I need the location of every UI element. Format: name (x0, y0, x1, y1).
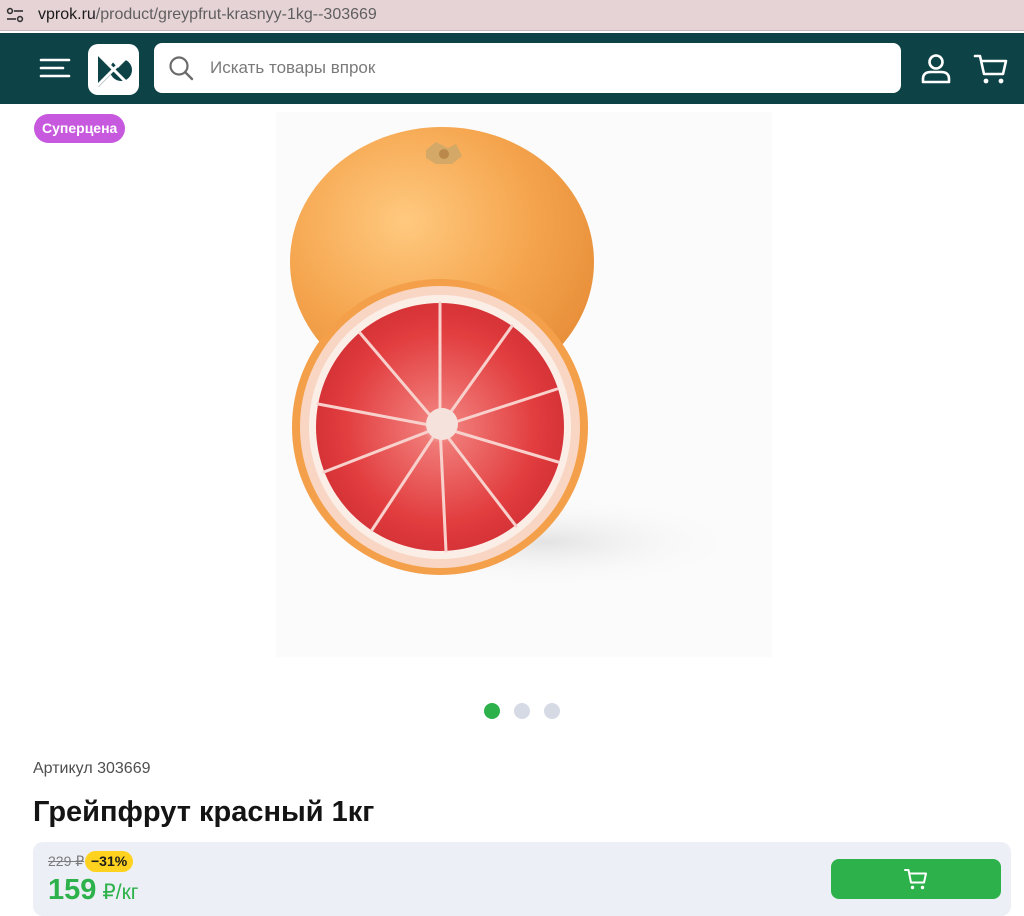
search-input[interactable] (208, 57, 892, 79)
product-image[interactable] (276, 112, 772, 657)
superprice-badge: Суперцена (34, 114, 126, 143)
site-header (0, 33, 1024, 104)
carousel-dot-1[interactable] (484, 703, 500, 719)
menu-button[interactable] (38, 53, 72, 83)
search-icon[interactable] (168, 55, 194, 81)
product-sku: Артикул 303669 (33, 760, 151, 777)
carousel-dot-3[interactable] (544, 703, 560, 719)
add-to-cart-button[interactable] (831, 859, 1001, 899)
header-cart-button[interactable] (972, 50, 1010, 88)
old-price: 229 ₽ (48, 853, 85, 869)
grapefruit-image (290, 127, 756, 592)
cart-icon (973, 54, 1008, 84)
search-bar[interactable] (154, 43, 901, 93)
menu-icon (39, 58, 71, 78)
product-title: Грейпфрут красный 1кг (33, 796, 375, 828)
logo-icon (95, 51, 132, 88)
browser-address-bar[interactable]: vprok.ru/product/greypfrut-krasnyy-1kg--… (0, 0, 1024, 31)
logo[interactable] (88, 44, 139, 95)
url-text[interactable]: vprok.ru/product/greypfrut-krasnyy-1kg--… (38, 6, 377, 24)
cart-icon (904, 869, 927, 890)
url-host: vprok.ru (38, 6, 96, 23)
carousel-dot-2[interactable] (514, 703, 530, 719)
user-icon (921, 54, 951, 84)
account-button[interactable] (918, 51, 954, 87)
image-carousel-dots (484, 703, 560, 719)
site-info-icon[interactable] (4, 4, 26, 26)
current-price-value: 159 (48, 874, 97, 906)
current-price: 159 ₽/кг (48, 874, 138, 907)
price-unit: ₽/кг (102, 881, 139, 904)
discount-badge: −31% (85, 851, 134, 872)
url-path: /product/greypfrut-krasnyy-1kg--303669 (95, 6, 377, 23)
price-panel: 229 ₽ −31% 159 ₽/кг (33, 842, 1011, 916)
